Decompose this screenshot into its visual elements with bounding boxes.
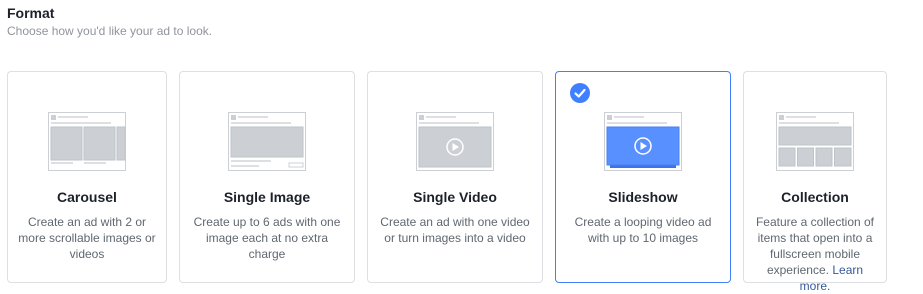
format-option-single-image[interactable]: Single Image Create up to 6 ads with one… [179, 71, 355, 283]
collection-preview-icon [776, 112, 854, 171]
format-option-slideshow[interactable]: Slideshow Create a looping video ad with… [555, 71, 731, 283]
single-image-preview-icon [228, 112, 306, 171]
section-title: Format [7, 5, 55, 21]
carousel-preview-icon [48, 112, 126, 171]
format-title: Carousel [57, 189, 117, 205]
format-option-carousel[interactable]: Carousel Create an ad with 2 or more scr… [7, 71, 167, 283]
format-title: Single Video [413, 189, 497, 205]
format-title: Collection [781, 189, 849, 205]
format-description: Create a looping video ad with up to 10 … [574, 215, 712, 245]
format-option-single-video[interactable]: Single Video Create an ad with one video… [367, 71, 543, 283]
format-title: Slideshow [608, 189, 678, 205]
format-description: Create up to 6 ads with one image each a… [193, 215, 341, 261]
format-title: Single Image [223, 189, 311, 205]
section-subtitle: Choose how you'd like your ad to look. [7, 24, 213, 38]
format-description: Create an ad with one video or turn imag… [380, 215, 530, 245]
format-description: Feature a collection of items that open … [750, 214, 880, 294]
format-description: Create an ad with 2 or more scrollable i… [18, 215, 156, 261]
single-video-preview-icon [416, 112, 494, 171]
selected-check-icon [570, 83, 590, 103]
slideshow-preview-icon [604, 112, 682, 171]
format-option-collection[interactable]: Collection Feature a collection of items… [743, 71, 887, 293]
